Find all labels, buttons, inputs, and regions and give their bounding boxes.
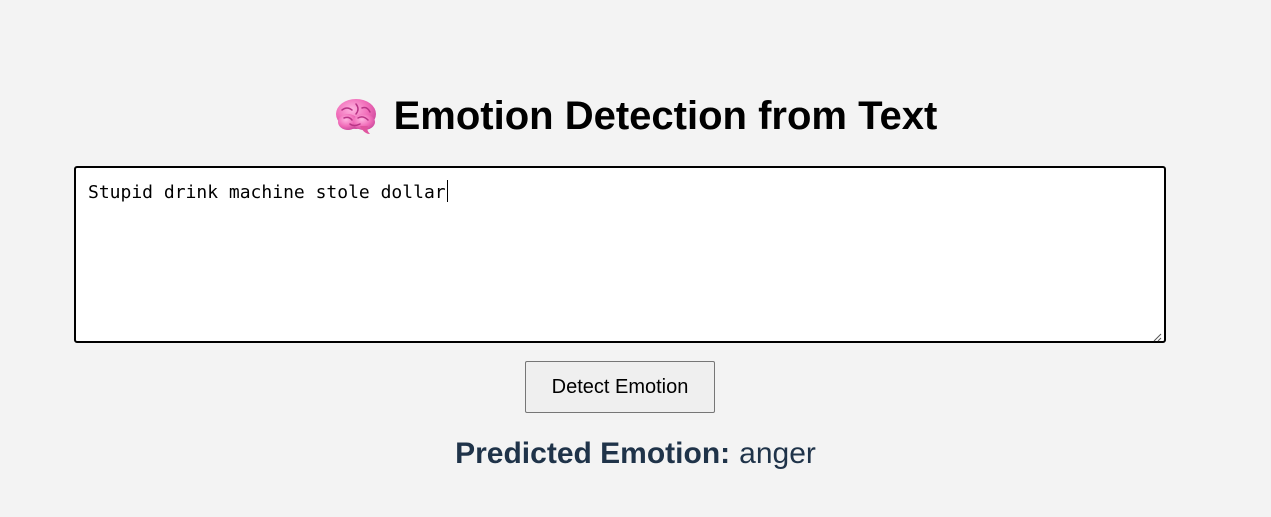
app-container: Emotion Detection from Text Stupid drink… xyxy=(0,0,1271,517)
result-label: Predicted Emotion: xyxy=(455,437,731,470)
page-title: Emotion Detection from Text xyxy=(393,94,938,138)
resize-handle-icon[interactable] xyxy=(1152,329,1162,342)
header: Emotion Detection from Text xyxy=(0,90,1271,142)
detect-emotion-button[interactable]: Detect Emotion xyxy=(525,361,715,413)
text-input[interactable]: Stupid drink machine stole dollar xyxy=(76,168,1164,341)
text-input-value: Stupid drink machine stole dollar xyxy=(88,182,446,203)
result-value: anger xyxy=(739,437,816,470)
prediction-result: Predicted Emotion: anger xyxy=(0,432,1271,476)
brain-icon xyxy=(334,96,378,136)
text-caret xyxy=(446,180,448,202)
text-input-field[interactable]: Stupid drink machine stole dollar xyxy=(74,166,1166,343)
